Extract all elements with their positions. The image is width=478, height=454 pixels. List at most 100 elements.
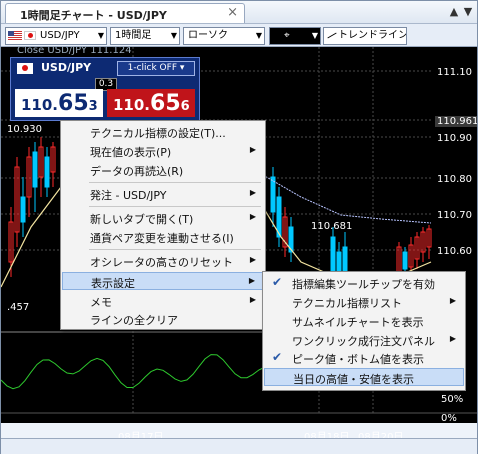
checkmark-icon: ✔ (272, 350, 283, 364)
menu-item-label: 発注 - USD/JPY (90, 189, 167, 202)
submenu-item-peak-bottom[interactable]: ✔ ピーク値・ボトム値を表示 (264, 349, 464, 367)
chevron-down-icon: ▼ (255, 31, 262, 40)
scroll-up-icon[interactable]: ▲ (447, 5, 461, 19)
chart-header-ghost: Close USD/JPY 111.124 (17, 47, 132, 56)
menu-item-order[interactable]: 発注 - USD/JPY ▶ (62, 185, 264, 203)
oscillator-0-label: 0% (441, 413, 457, 423)
chevron-right-icon: ▶ (249, 145, 256, 154)
submenu-item-daily-high-low[interactable]: 当日の高値・安値を表示 (264, 368, 464, 386)
submenu-item-label: 指標編集ツールチップを有効 (292, 278, 435, 291)
menu-item-label: 新しいタブで開く(T) (90, 213, 194, 226)
menu-item-open-new-tab[interactable]: 新しいタブで開く(T) ▶ (62, 209, 264, 227)
chart-toolbar: USD/JPY ▼ 1時間足 ▼ ローソク ▼ ⌖ ▼ トレンドライン (1, 24, 477, 47)
trade-pair-label: USD/JPY (41, 61, 92, 74)
oscillator-50-label: 50% (441, 394, 464, 405)
menu-item-label: データの再読込(R) (90, 165, 184, 178)
menu-item-label: テクニカル指標の設定(T)... (90, 127, 226, 140)
submenu-item-label: サムネイルチャートを表示 (292, 316, 424, 329)
menu-item-label: 通貨ペア変更を連動させる(I) (90, 232, 234, 245)
submenu-item-indicator-tooltip[interactable]: ✔ 指標編集ツールチップを有効 (264, 274, 464, 292)
one-click-toggle[interactable]: 1-click OFF ▾ (117, 61, 195, 76)
candle (270, 176, 276, 213)
price-label: 110.90 (437, 133, 472, 144)
menu-item-reset-oscillator-height[interactable]: オシレータの高さのリセット ▶ (62, 252, 264, 270)
display-settings-submenu: ✔ 指標編集ツールチップを有効 テクニカル指標リスト ▶ サムネイルチャートを表示 … (262, 271, 466, 391)
title-bar: 1時間足チャート - USD/JPY × ▲ ▼ (1, 1, 477, 24)
pair-select-label: USD/JPY (40, 30, 80, 41)
price-label: 110.60 (437, 246, 472, 257)
menu-separator (89, 182, 261, 183)
candle (330, 236, 336, 273)
menu-item-reload-data[interactable]: データの再読込(R) (62, 161, 264, 179)
scroll-down-icon[interactable]: ▼ (461, 5, 475, 19)
checkmark-icon: ✔ (272, 275, 283, 289)
bid-price-prefix: 110. (21, 96, 59, 114)
submenu-item-indicator-list[interactable]: テクニカル指標リスト ▶ (264, 293, 464, 311)
chevron-right-icon: ▶ (249, 212, 256, 221)
price-label: 110.70 (437, 210, 472, 221)
one-click-trade-panel: USD/JPY 1-click OFF ▾ 0.3 110.653 110.65… (10, 57, 200, 121)
bid-price-pip: 3 (88, 99, 98, 114)
menu-separator (89, 206, 261, 207)
chevron-right-icon: ▶ (449, 334, 456, 343)
timeframe-select[interactable]: 1時間足 ▼ (110, 27, 180, 45)
current-price-label: 110.961 (435, 116, 477, 127)
candle (20, 196, 26, 223)
submenu-item-label: ピーク値・ボトム値を表示 (292, 353, 424, 366)
ask-price-main: 65 (150, 91, 181, 116)
candle (402, 251, 408, 270)
jp-flag-icon (17, 63, 33, 74)
menu-item-clear-all-lines[interactable]: ラインの全クリア (62, 310, 264, 328)
buy-ask-button[interactable]: 110.656 (107, 89, 195, 117)
menu-separator (89, 249, 261, 250)
submenu-item-one-click-panel[interactable]: ワンクリック成行注文パネル ▶ (264, 331, 464, 349)
chevron-right-icon: ▶ (449, 296, 456, 305)
chevron-down-icon: ▼ (311, 31, 318, 40)
draw-tool-label: トレンドライン (338, 30, 407, 41)
bid-price-main: 65 (58, 91, 89, 116)
menu-item-display-settings[interactable]: 表示設定 ▶ (62, 272, 264, 290)
crosshair-icon: ⌖ (284, 30, 290, 41)
chevron-right-icon: ▶ (249, 255, 256, 264)
chart-context-menu: テクニカル指標の設定(T)... 現在値の表示(P) ▶ データの再読込(R) 発… (60, 120, 266, 330)
candle (32, 151, 38, 188)
chart-style-label: ローソク (188, 30, 228, 41)
submenu-item-label: 当日の高値・安値を表示 (293, 373, 414, 386)
sell-bid-button[interactable]: 110.653 (15, 89, 103, 117)
close-icon[interactable]: × (227, 5, 238, 20)
menu-item-show-current-price[interactable]: 現在値の表示(P) ▶ (62, 142, 264, 160)
peak-value-label: 110.681 (311, 221, 353, 232)
menu-item-label: オシレータの高さのリセット (90, 256, 233, 269)
chart-low-label: .457 (7, 302, 30, 313)
pair-select[interactable]: USD/JPY ▼ (5, 27, 107, 45)
price-label: 111.10 (437, 67, 472, 78)
chevron-right-icon: ▶ (249, 188, 256, 197)
menu-item-link-pair-change[interactable]: 通貨ペア変更を連動させる(I) (62, 228, 264, 246)
menu-item-label: ラインの全クリア (90, 314, 178, 327)
draw-tool-select[interactable]: トレンドライン (323, 27, 407, 45)
menu-item-technical-settings[interactable]: テクニカル指標の設定(T)... (62, 123, 264, 141)
chart-tab[interactable]: 1時間足チャート - USD/JPY × (5, 3, 245, 23)
menu-item-label: 表示設定 (91, 277, 135, 290)
us-flag-icon (8, 31, 22, 40)
window-title: 1時間足チャート - USD/JPY (20, 9, 167, 22)
chevron-right-icon: ▶ (248, 276, 255, 285)
trendline-icon (327, 32, 337, 39)
submenu-item-label: ワンクリック成行注文パネル (292, 335, 435, 348)
menu-item-label: メモ (90, 296, 112, 309)
ask-price-prefix: 110. (113, 96, 151, 114)
chevron-down-icon: ▼ (170, 31, 177, 40)
menu-item-label: 現在値の表示(P) (90, 146, 172, 159)
timeframe-label: 1時間足 (115, 30, 152, 41)
chevron-right-icon: ▶ (249, 295, 256, 304)
submenu-item-thumbnail-chart[interactable]: サムネイルチャートを表示 (264, 312, 464, 330)
chart-style-select[interactable]: ローソク ▼ (183, 27, 265, 45)
menu-item-memo[interactable]: メモ ▶ (62, 292, 264, 310)
ask-price-pip: 6 (180, 99, 190, 114)
chart-high-label: 10.930 (7, 124, 42, 135)
status-bar (1, 438, 477, 454)
jp-flag-icon (24, 31, 36, 40)
submenu-item-label: テクニカル指標リスト (292, 297, 402, 310)
price-label: 110.80 (437, 174, 472, 185)
crosshair-tool[interactable]: ⌖ ▼ (269, 27, 321, 45)
